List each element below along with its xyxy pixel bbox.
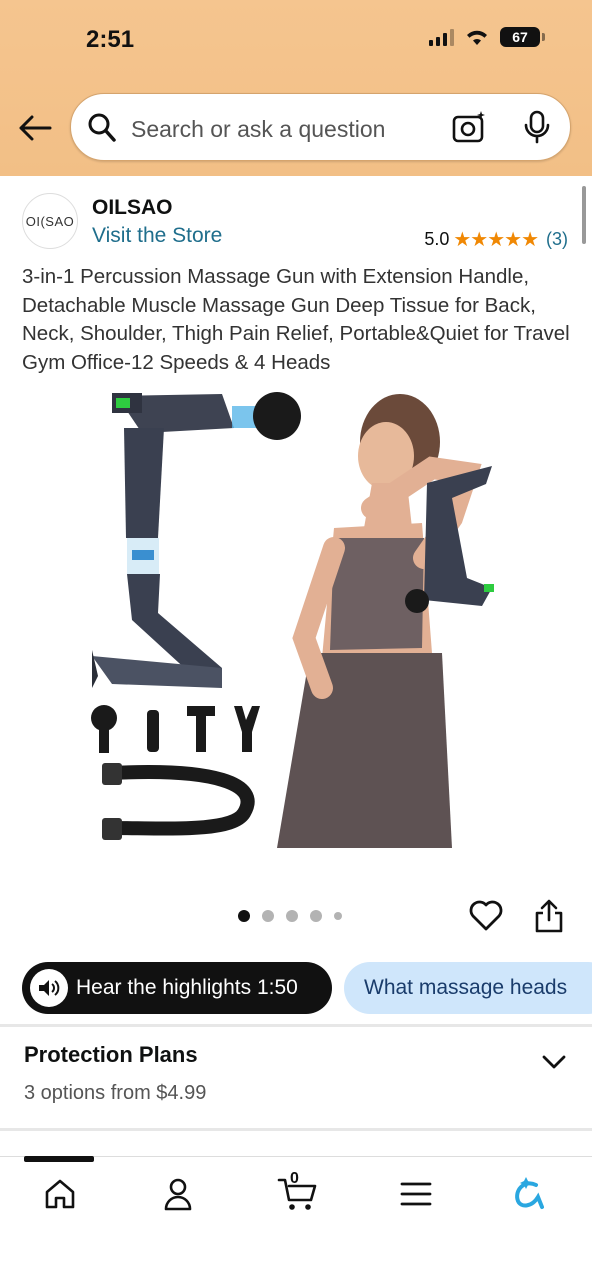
brand-name: OILSAO bbox=[92, 196, 173, 219]
hear-highlights-button[interactable]: Hear the highlights 1:50 bbox=[22, 962, 332, 1014]
brand-logo-text: OI(SAO bbox=[25, 213, 75, 229]
nav-home[interactable] bbox=[40, 1174, 80, 1214]
cellular-signal-icon bbox=[429, 28, 454, 46]
wifi-icon bbox=[467, 30, 487, 45]
wishlist-button[interactable] bbox=[469, 900, 503, 937]
product-image[interactable] bbox=[72, 388, 522, 858]
question-chip[interactable]: What massage heads bbox=[344, 962, 592, 1014]
hear-highlights-label: Hear the highlights 1:50 bbox=[76, 976, 298, 999]
product-image-illustration bbox=[91, 392, 494, 848]
brand-logo[interactable]: OI(SAO bbox=[22, 193, 78, 249]
cart-count: 0 bbox=[290, 1170, 299, 1187]
back-button[interactable] bbox=[18, 112, 54, 144]
nav-menu[interactable] bbox=[396, 1174, 436, 1214]
header: 2:51 67 Search or ask a question bbox=[0, 0, 592, 176]
pager-dot[interactable] bbox=[262, 910, 274, 922]
back-arrow-icon bbox=[19, 115, 52, 141]
pager-dot[interactable] bbox=[310, 910, 322, 922]
visit-store-link[interactable]: Visit the Store bbox=[92, 224, 222, 248]
star-rating-icon: ★★★★★ bbox=[453, 229, 539, 251]
battery-icon: 67 bbox=[500, 27, 545, 47]
home-icon bbox=[45, 1179, 75, 1209]
heart-icon bbox=[469, 900, 503, 931]
battery-level: 67 bbox=[512, 29, 528, 45]
protection-plans-subtitle: 3 options from $4.99 bbox=[24, 1082, 207, 1104]
account-icon bbox=[164, 1178, 192, 1211]
menu-icon bbox=[400, 1182, 432, 1206]
pager-dot[interactable] bbox=[238, 910, 250, 922]
divider bbox=[0, 1024, 592, 1027]
nav-rufus[interactable] bbox=[510, 1174, 550, 1214]
speaker-icon bbox=[30, 969, 68, 1007]
image-pager[interactable] bbox=[238, 910, 342, 922]
protection-plans-title[interactable]: Protection Plans bbox=[24, 1042, 198, 1068]
product-title: 3-in-1 Percussion Massage Gun with Exten… bbox=[22, 265, 570, 374]
review-count[interactable]: (3) bbox=[546, 229, 568, 250]
divider bbox=[0, 1128, 592, 1131]
nav-cart[interactable]: 0 bbox=[276, 1170, 320, 1214]
pager-dot[interactable] bbox=[286, 910, 298, 922]
camera-search-icon[interactable] bbox=[452, 110, 488, 144]
rufus-icon bbox=[515, 1177, 544, 1209]
share-icon bbox=[535, 899, 563, 933]
scrollbar bbox=[582, 186, 586, 244]
expand-protection-button[interactable] bbox=[542, 1054, 566, 1075]
search-icon bbox=[88, 113, 116, 142]
rating-summary[interactable]: 5.0 ★★★★★ (3) bbox=[424, 227, 568, 252]
microphone-icon[interactable] bbox=[523, 110, 551, 144]
rating-score: 5.0 bbox=[424, 229, 450, 249]
search-input[interactable]: Search or ask a question bbox=[131, 116, 385, 143]
status-icons: 67 bbox=[429, 27, 545, 47]
pager-dot[interactable] bbox=[334, 912, 342, 920]
status-time: 2:51 bbox=[86, 26, 135, 53]
chevron-down-icon bbox=[542, 1055, 566, 1069]
active-tab-indicator bbox=[24, 1156, 94, 1162]
nav-account[interactable] bbox=[158, 1174, 198, 1214]
share-button[interactable] bbox=[534, 898, 564, 939]
search-bar[interactable]: Search or ask a question bbox=[70, 93, 571, 161]
